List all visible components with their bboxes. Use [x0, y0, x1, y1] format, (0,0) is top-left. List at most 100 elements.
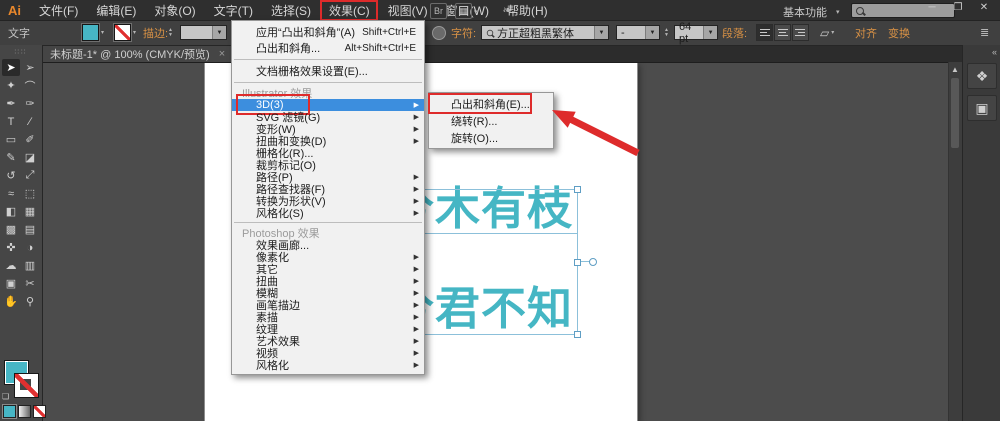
menu-item-stylize[interactable]: 风格化(S) ▶ [232, 207, 424, 220]
menu-edit[interactable]: 编辑(E) [87, 0, 145, 21]
free-transform-tool[interactable]: ⬚ [21, 185, 39, 202]
arrange-documents-caret-icon[interactable]: ▾ [474, 8, 478, 16]
font-style-caret-icon[interactable]: ▼ [645, 26, 659, 39]
share-icon[interactable]: ❧ [500, 3, 515, 17]
magic-wand-tool[interactable]: ✦ [2, 77, 20, 94]
blend-tool[interactable]: ◑ [21, 239, 39, 256]
none-mode-button[interactable] [33, 405, 46, 418]
menu-item-stylize-photoshop[interactable]: 风格化 ▶ [232, 359, 424, 372]
menu-item-extrude-bevel[interactable]: 凸出和斜角... Alt+Shift+Ctrl+E [232, 40, 424, 56]
illustrator-window: 兮木有枝 兮君不知 Ai 文件(F) 编辑(E) 对象(O) 文字(T) 选择(S) 效果… [0, 0, 1000, 421]
lasso-tool[interactable]: ⌒ [21, 77, 39, 94]
restore-button[interactable]: ❐ [947, 2, 969, 13]
menu-item-document-raster-effects-settings[interactable]: 文档栅格效果设置(E)... [232, 63, 424, 79]
font-size-select[interactable]: 64 pt ▼ [674, 21, 718, 45]
rectangle-tool[interactable]: ▭ [2, 131, 20, 148]
rotate-tool[interactable]: ↺ [2, 167, 20, 184]
width-tool[interactable]: ≈ [2, 185, 20, 202]
font-size-caret-icon[interactable]: ▼ [703, 26, 717, 39]
workspace-switcher[interactable]: 基本功能 [783, 4, 827, 20]
gradient-mode-button[interactable] [18, 405, 31, 418]
submenu-item-label: 绕转(R)... [451, 115, 498, 128]
control-panel-collapse-icon[interactable]: ≣ [980, 26, 989, 39]
transform-panel-label[interactable]: 变换 [888, 25, 910, 41]
close-button[interactable]: ✕ [973, 2, 995, 13]
minimize-button[interactable]: ─ [921, 2, 943, 13]
align-right-button[interactable] [792, 24, 809, 41]
menu-object[interactable]: 对象(O) [145, 0, 204, 21]
font-style-select[interactable]: - ▼ [616, 25, 660, 40]
shape-builder-tool[interactable]: ◧ [2, 203, 20, 220]
symbol-sprayer-tool[interactable]: ☁ [2, 257, 20, 274]
mesh-tool[interactable]: ▩ [2, 221, 20, 238]
column-graph-tool[interactable]: ▥ [21, 257, 39, 274]
text-flow-handle[interactable] [589, 258, 597, 266]
hand-tool[interactable]: ✋ [2, 293, 20, 310]
envelope-caret-icon[interactable]: ▾ [831, 29, 834, 36]
artboard-tool[interactable]: ▣ [2, 275, 20, 292]
stroke-indicator[interactable] [14, 373, 39, 398]
align-center-button[interactable] [774, 24, 791, 41]
direct-selection-tool[interactable]: ➢ [21, 59, 39, 76]
expand-panels-icon[interactable]: « [963, 45, 1000, 57]
align-left-button[interactable] [756, 24, 773, 41]
tool-grid: ➤ ➢ ✦ ⌒ ✒ ✑ T ∕ ▭ ✐ ✎ ◪ ↺ ⤢ ≈ ⬚ ◧ ▦ ▩ ▤ ✜ ◑ ☁ ▥ ▣ ✂ ✋ ⚲ [0, 59, 42, 311]
menu-type[interactable]: 文字(T) [205, 0, 262, 21]
fill-caret-icon[interactable]: ▾ [101, 29, 104, 36]
font-size-stepper[interactable]: ▲ ▼ [664, 27, 669, 38]
menu-view[interactable]: 视图(V) [379, 0, 437, 21]
make-envelope-icon[interactable]: ▱ [820, 26, 829, 40]
tab-close-icon[interactable]: × [219, 48, 225, 60]
vertical-scrollbar[interactable]: ▲ [948, 62, 962, 421]
menu-file[interactable]: 文件(F) [30, 0, 87, 21]
font-family-caret-icon[interactable]: ▼ [594, 26, 608, 39]
menu-item-label: 风格化(S) [256, 208, 304, 220]
selection-tool[interactable]: ➤ [2, 59, 20, 76]
font-family-field[interactable]: 方正超粗黑繁体 ▼ [481, 25, 609, 40]
panel-dock: « ❖ ▣ [962, 45, 1000, 421]
stroke-weight-select-caret-icon[interactable]: ▼ [212, 26, 226, 39]
layers-panel-icon[interactable]: ❖ [967, 63, 997, 89]
pen-tool[interactable]: ✒ [2, 95, 20, 112]
pencil-tool[interactable]: ✎ [2, 149, 20, 166]
stroke-weight-select[interactable]: ▼ [180, 25, 227, 40]
zoom-tool[interactable]: ⚲ [21, 293, 39, 310]
default-swatches-icon[interactable]: ❏ [2, 392, 9, 401]
stroke-color-swatch[interactable] [114, 24, 131, 41]
fill-color-swatch[interactable] [82, 24, 99, 41]
stroke-caret-icon[interactable]: ▾ [133, 29, 136, 36]
menu-effect[interactable]: 效果(C) [319, 0, 379, 21]
artboards-panel-icon[interactable]: ▣ [967, 95, 997, 121]
scale-tool[interactable]: ⤢ [21, 167, 39, 184]
menu-select[interactable]: 选择(S) [262, 0, 320, 21]
toolbar-drag-handle[interactable]: ∷∷ [0, 45, 42, 59]
selection-handle-right[interactable] [574, 259, 581, 266]
align-panel-label[interactable]: 对齐 [855, 25, 877, 41]
selection-handle-bottom-right[interactable] [574, 331, 581, 338]
perspective-grid-tool[interactable]: ▦ [21, 203, 39, 220]
eyedropper-tool[interactable]: ✜ [2, 239, 20, 256]
slice-tool[interactable]: ✂ [21, 275, 39, 292]
eraser-tool[interactable]: ◪ [21, 149, 39, 166]
type-tool[interactable]: T [2, 113, 20, 130]
scroll-up-icon[interactable]: ▲ [951, 65, 959, 74]
stroke-weight-stepper[interactable]: ▲ ▼ [168, 27, 173, 38]
workspace-caret-icon[interactable]: ▾ [836, 8, 840, 16]
bridge-icon[interactable]: Br [430, 3, 447, 19]
submenu-item-revolve[interactable]: 绕转(R)... [429, 112, 553, 129]
submenu-arrow-icon: ▶ [413, 278, 419, 285]
line-segment-tool[interactable]: ∕ [21, 113, 39, 130]
scrollbar-thumb[interactable] [951, 78, 959, 148]
document-tab[interactable]: 未标题-1* @ 100% (CMYK/预览) × [42, 45, 235, 62]
character-panel-icon[interactable] [432, 25, 446, 40]
menu-item-apply-extrude-bevel[interactable]: 应用“凸出和斜角”(A) Shift+Ctrl+E [232, 24, 424, 40]
character-label: 字符: [451, 27, 477, 40]
paintbrush-tool[interactable]: ✐ [21, 131, 39, 148]
arrange-documents-icon[interactable]: ▦ [455, 3, 472, 19]
selection-handle-top-right[interactable] [574, 186, 581, 193]
gradient-tool[interactable]: ▤ [21, 221, 39, 238]
color-mode-button[interactable] [3, 405, 16, 418]
submenu-item-rotate[interactable]: 旋转(O)... [429, 129, 553, 146]
blob-brush-tool[interactable]: ✑ [21, 95, 39, 112]
submenu-item-extrude-bevel[interactable]: 凸出和斜角(E)... [428, 93, 553, 114]
